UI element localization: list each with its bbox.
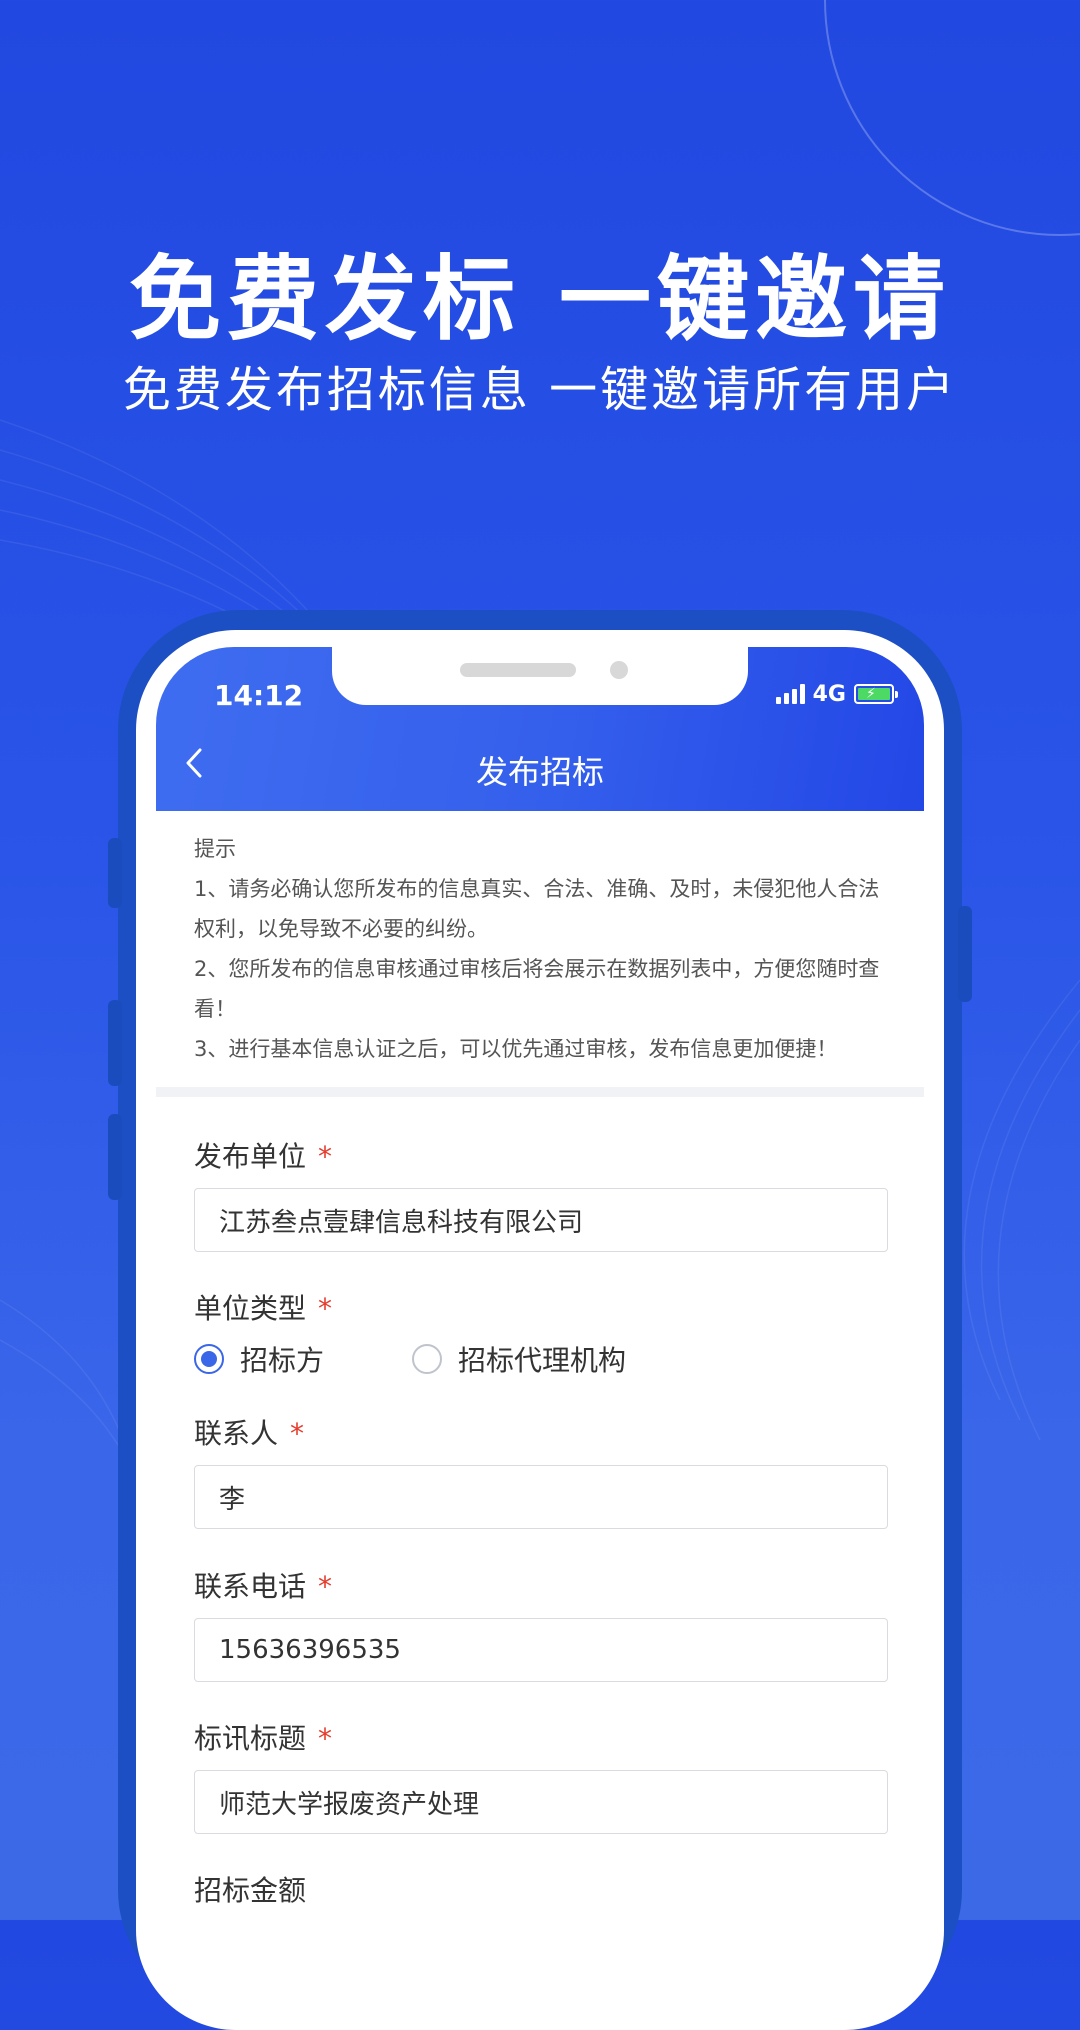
unit-type-label: 单位类型 * [194,1287,332,1327]
unit-type-label-text: 单位类型 [194,1292,307,1325]
radio-label: 招标方 [240,1344,325,1377]
tips-item: 3、进行基本信息认证之后，可以优先通过审核，发布信息更加便捷！ [194,1037,838,1061]
radio-checked-icon[interactable] [194,1344,224,1374]
app-header: 14:12 4G ⚡ 发布招标 [156,647,924,811]
section-divider [156,1087,924,1097]
phone-volume-down-button [108,1114,122,1200]
required-mark: * [318,1722,333,1755]
phone-label: 联系电话 * [194,1565,332,1605]
required-mark: * [318,1292,333,1325]
speaker [460,663,576,677]
promo-headline: 免费发标 一键邀请 [128,246,952,353]
required-mark: * [290,1417,305,1450]
phone-label-text: 联系电话 [194,1570,307,1603]
publisher-label-text: 发布单位 [194,1140,307,1173]
phone-side-button [108,838,122,908]
bid-title-label: 标讯标题 * [194,1717,332,1757]
radio-unchecked-icon[interactable] [412,1344,442,1374]
signal-icon [775,684,805,704]
required-mark: * [318,1570,333,1603]
contact-input[interactable]: 李 [194,1465,888,1529]
publisher-input[interactable]: 江苏叁点壹肆信息科技有限公司 [194,1188,888,1252]
publisher-label: 发布单位 * [194,1135,332,1175]
bid-title-input[interactable]: 师范大学报废资产处理 [194,1770,888,1834]
status-indicators: 4G ⚡ [775,681,898,707]
phone-volume-up-button [108,1000,122,1086]
bid-title-label-text: 标讯标题 [194,1722,307,1755]
required-mark: * [318,1140,333,1173]
network-type: 4G [812,681,846,707]
amount-label: 招标金额 [194,1869,306,1909]
phone-power-button [958,906,972,1002]
radio-label: 招标代理机构 [458,1344,627,1377]
contact-label-text: 联系人 [194,1417,279,1450]
battery-charging-icon: ⚡ [854,684,898,704]
camera [610,661,628,679]
page-title: 发布招标 [475,753,604,791]
status-time: 14:12 [214,679,304,712]
tips-heading: 提示 [194,837,236,861]
radio-option-bidder[interactable]: 招标方 [194,1339,324,1379]
phone-input[interactable]: 15636396535 [194,1618,888,1682]
phone-screen: 14:12 4G ⚡ 发布招标 提示 1、请务必确认您所发布的信息真实、合法、准… [156,647,924,1937]
tips-item: 2、您所发布的信息审核通过审核后将会展示在数据列表中，方便您随时查看！ [194,957,880,1021]
radio-option-agency[interactable]: 招标代理机构 [412,1339,626,1379]
tips-item: 1、请务必确认您所发布的信息真实、合法、准确、及时，未侵犯他人合法权利，以免导致… [194,877,880,941]
tips-panel: 提示 1、请务必确认您所发布的信息真实、合法、准确、及时，未侵犯他人合法权利，以… [156,811,924,1087]
contact-label: 联系人 * [194,1412,304,1452]
amount-label-text: 招标金额 [194,1874,307,1907]
phone-notch [332,647,748,705]
promo-subline: 免费发布招标信息 一键邀请所有用户 [122,362,958,418]
